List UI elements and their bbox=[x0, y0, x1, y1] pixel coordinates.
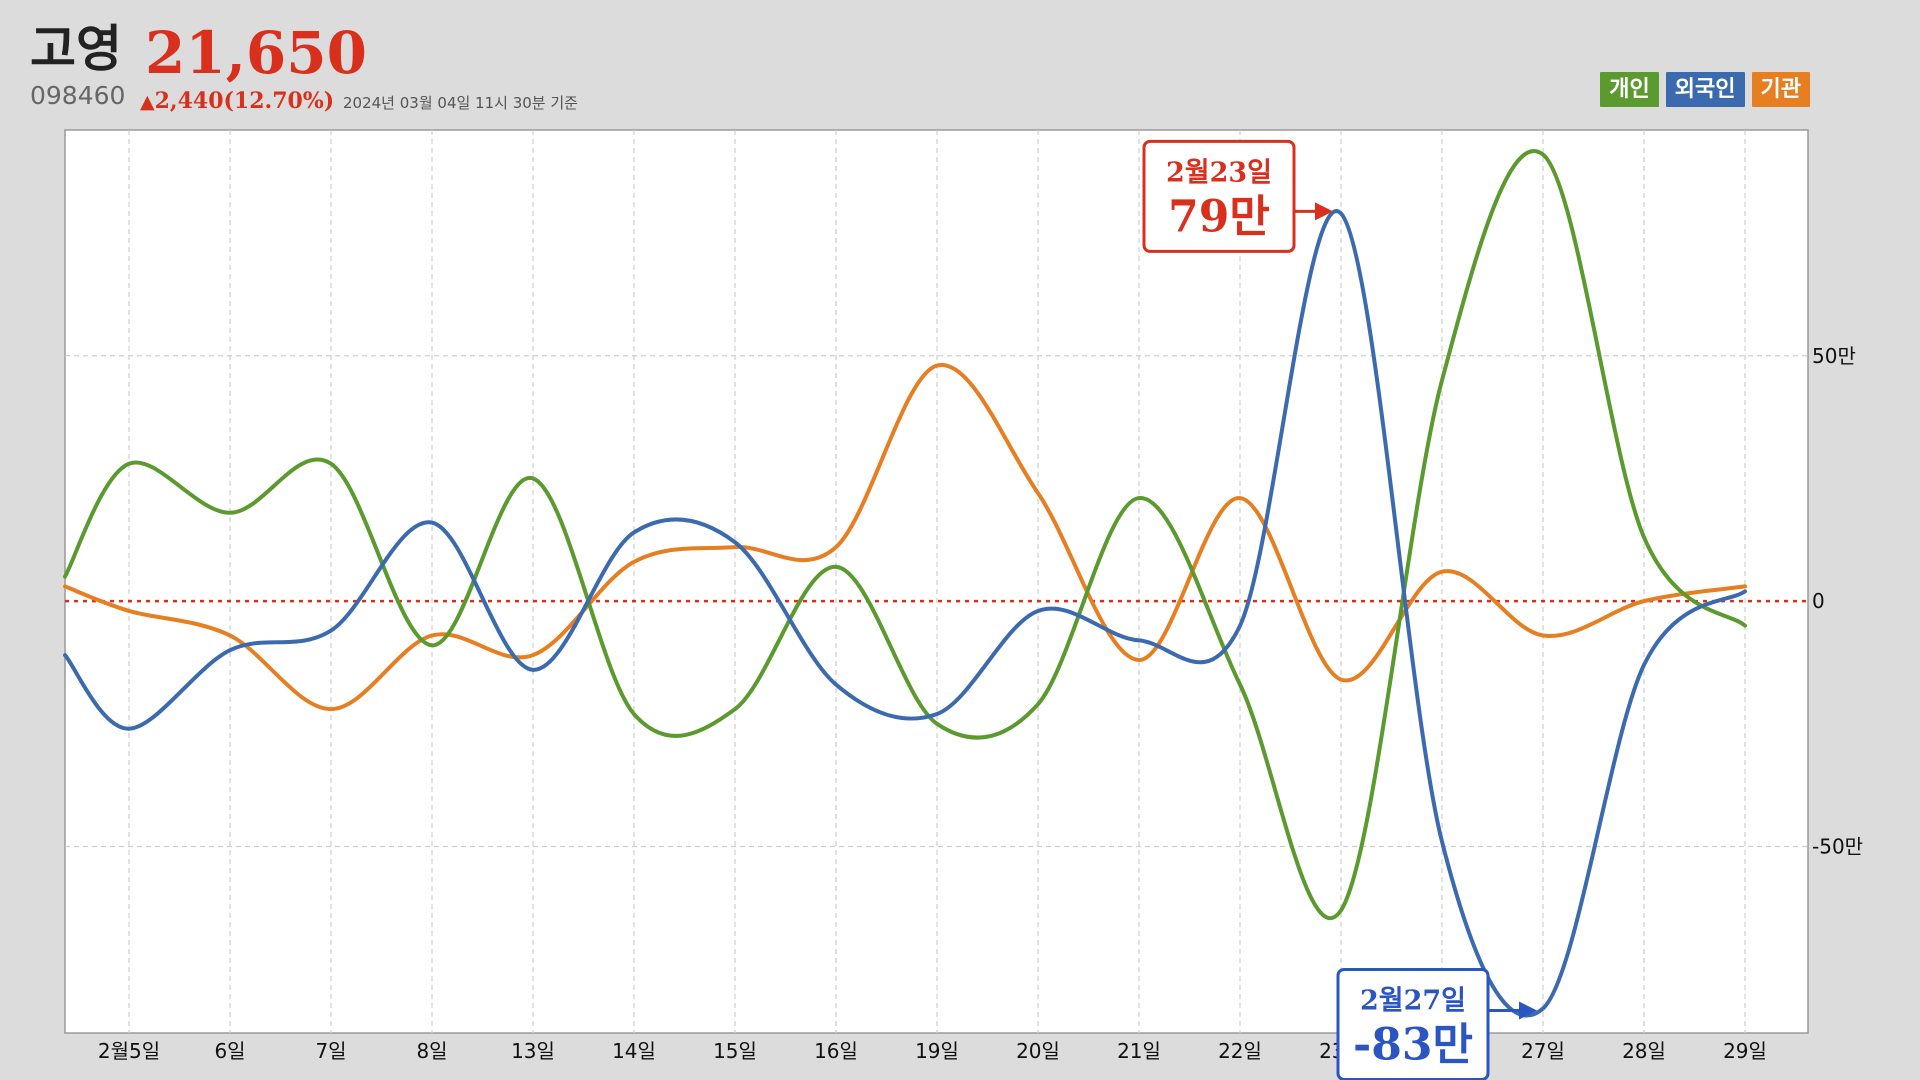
x-tick-label: 14일 bbox=[612, 1039, 656, 1063]
x-tick-label: 22일 bbox=[1218, 1039, 1262, 1063]
x-tick-label: 19일 bbox=[915, 1039, 959, 1063]
investor-flow-chart: 50만 0 -50만 2월5일 6일 7일 8일 13일 14일 15일 16일 19일 20일 21일 2… bbox=[63, 129, 1863, 1080]
callout-date: 2월23일 bbox=[1166, 157, 1272, 188]
x-tick-label: 15일 bbox=[713, 1039, 757, 1063]
callout-date: 2월27일 bbox=[1360, 985, 1466, 1016]
x-tick-label: 29일 bbox=[1723, 1039, 1767, 1063]
callout-value: -83만 bbox=[1353, 1019, 1473, 1070]
x-tick-label: 2월5일 bbox=[98, 1039, 160, 1063]
y-tick-label: 0 bbox=[1812, 589, 1825, 613]
x-tick-label: 16일 bbox=[814, 1039, 858, 1063]
x-tick-label: 27일 bbox=[1521, 1039, 1565, 1063]
callout-value: 79만 bbox=[1168, 191, 1270, 242]
y-tick-label: 50만 bbox=[1812, 344, 1856, 368]
x-tick-label: 8일 bbox=[416, 1039, 447, 1063]
y-tick-label: -50만 bbox=[1812, 835, 1863, 859]
x-tick-label: 7일 bbox=[315, 1039, 346, 1063]
x-tick-label: 21일 bbox=[1117, 1039, 1161, 1063]
x-tick-label: 13일 bbox=[511, 1039, 555, 1063]
x-tick-label: 6일 bbox=[214, 1039, 245, 1063]
x-tick-label: 20일 bbox=[1016, 1039, 1060, 1063]
x-tick-label: 28일 bbox=[1622, 1039, 1666, 1063]
